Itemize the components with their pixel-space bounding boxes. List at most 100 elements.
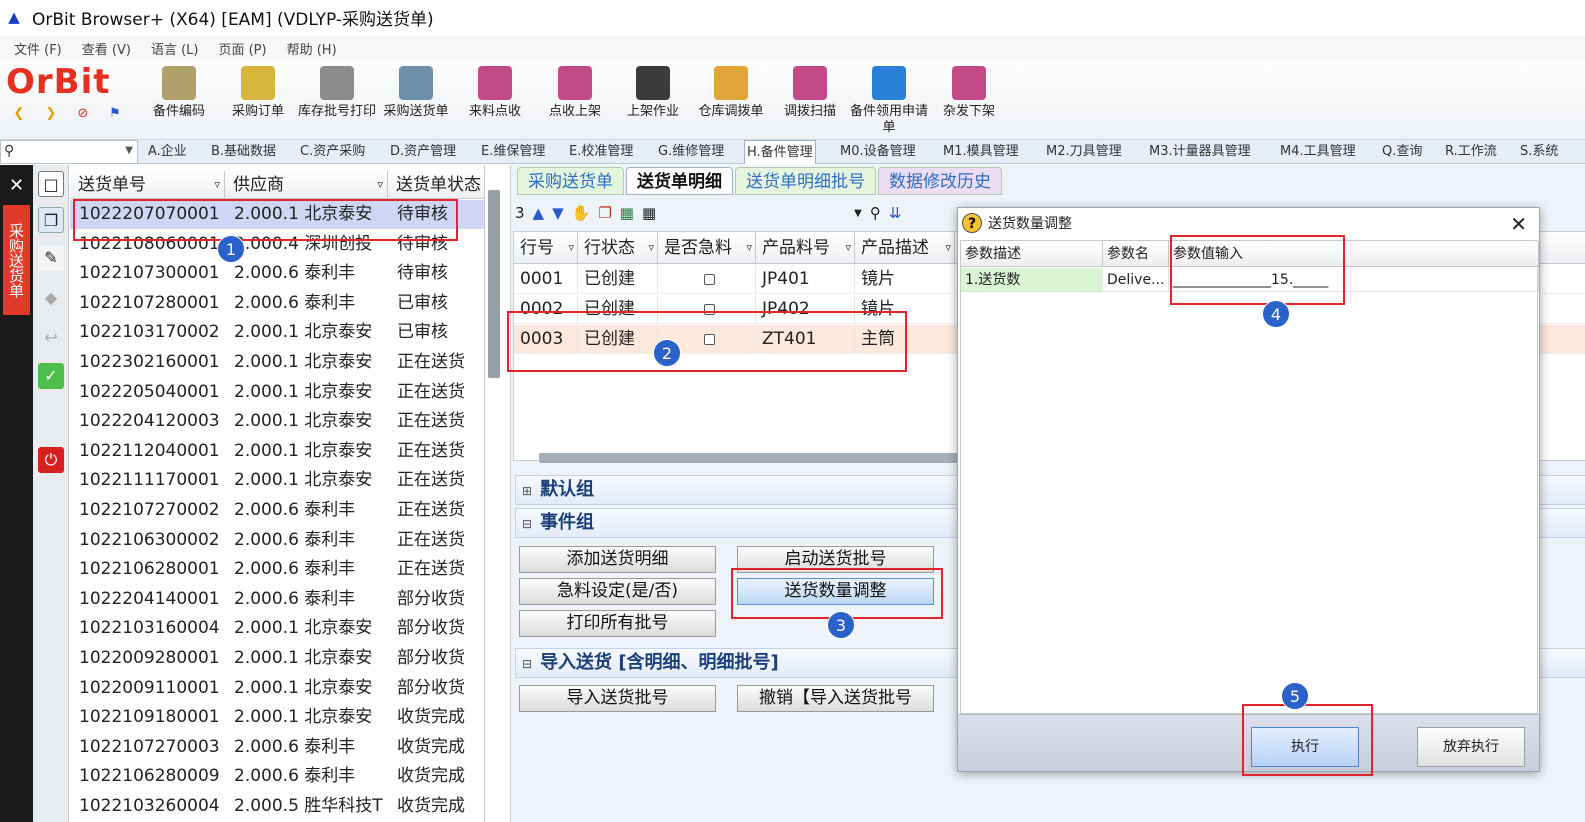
table-row[interactable]: 1022107280001 2.000.6 泰利丰 已审核: [70, 289, 484, 318]
new-doc-icon[interactable]: □: [38, 171, 64, 197]
table-row[interactable]: 1022103160004 2.000.1 北京泰安 部分收货: [70, 614, 484, 643]
col-line-status[interactable]: 行状态 ▿: [578, 232, 658, 264]
quantity-adjust-button[interactable]: 送货数量调整: [737, 578, 934, 605]
module-tab-2[interactable]: B.基础数据: [209, 140, 278, 164]
module-search[interactable]: ⚲ ▼: [0, 140, 138, 164]
toolbar-button-2[interactable]: 采购订单: [218, 64, 298, 138]
chevron-down-icon[interactable]: ▼: [125, 145, 133, 156]
tab-delivery-detail[interactable]: 送货单明细: [626, 167, 733, 195]
tab-modify-history[interactable]: 数据修改历史: [878, 167, 1002, 195]
dropdown-icon[interactable]: ▼: [854, 208, 862, 219]
toolbar-button-11[interactable]: 杂发下架: [929, 64, 1009, 138]
module-tab-12[interactable]: M3.计量器具管理: [1147, 140, 1253, 164]
menu-language[interactable]: 语言 (L): [151, 39, 199, 58]
edit-icon[interactable]: ✎: [38, 245, 64, 271]
col-line-no[interactable]: 行号 ▿: [514, 232, 578, 264]
cancel-execute-button[interactable]: 放弃执行: [1417, 727, 1525, 767]
copy-rows-icon[interactable]: ❐: [598, 204, 611, 222]
module-tab-14[interactable]: Q.查询: [1380, 140, 1424, 164]
grid-hscrollbar[interactable]: [539, 453, 959, 463]
col-status[interactable]: 送货单状态: [388, 171, 484, 199]
menu-help[interactable]: 帮助 (H): [287, 39, 337, 58]
table-row[interactable]: 1022106280009 2.000.6 泰利丰 收货完成: [70, 762, 484, 791]
table-row[interactable]: 1022109180001 2.000.1 北京泰安 收货完成: [70, 703, 484, 732]
table-row[interactable]: 1022106280001 2.000.6 泰利丰 正在送货: [70, 555, 484, 584]
menu-page[interactable]: 页面 (P): [218, 39, 266, 58]
module-tab-1[interactable]: A.企业: [146, 140, 189, 164]
forward-icon[interactable]: ❯: [42, 105, 60, 123]
filter-icon[interactable]: ▿: [214, 171, 220, 199]
export-icon[interactable]: ▦: [620, 204, 634, 222]
col-part-desc[interactable]: 产品描述 ▿: [855, 232, 955, 264]
copy-icon[interactable]: ❐: [38, 207, 64, 233]
urgent-checkbox[interactable]: [704, 303, 715, 315]
table-row[interactable]: 1022302160001 2.000.1 北京泰安 正在送货: [70, 348, 484, 377]
undo-icon[interactable]: ↩: [38, 325, 64, 351]
import-batch-button[interactable]: 导入送货批号: [519, 685, 716, 712]
module-tab-11[interactable]: M2.刀具管理: [1044, 140, 1124, 164]
start-batch-button[interactable]: 启动送货批号: [737, 546, 934, 573]
list-scrollbar[interactable]: [488, 190, 500, 378]
urgent-checkbox[interactable]: [704, 273, 715, 285]
expand-icon[interactable]: ⇊: [889, 204, 902, 222]
table-row[interactable]: 1022108060001 2.000.4 深圳创投 待审核: [70, 230, 484, 259]
toolbar-button-5[interactable]: 来料点收: [455, 64, 535, 138]
stop-icon[interactable]: ⊘: [74, 105, 92, 123]
module-tab-7[interactable]: G.维修管理: [656, 140, 726, 164]
table-row[interactable]: 1022103170002 2.000.1 北京泰安 已审核: [70, 318, 484, 347]
table-row[interactable]: 1022106300002 2.000.6 泰利丰 正在送货: [70, 526, 484, 555]
table-row[interactable]: 1022112040001 2.000.1 北京泰安 正在送货: [70, 437, 484, 466]
filter-icon[interactable]: ▿: [945, 232, 951, 264]
module-tab-9[interactable]: M0.设备管理: [838, 140, 918, 164]
module-tab-8[interactable]: H.备件管理: [744, 140, 816, 164]
approve-icon[interactable]: ✓: [38, 363, 64, 389]
module-tab-5[interactable]: E.维保管理: [479, 140, 547, 164]
module-tab-10[interactable]: M1.模具管理: [941, 140, 1021, 164]
filter-icon[interactable]: ▿: [746, 232, 752, 264]
table-row[interactable]: 1022107270002 2.000.6 泰利丰 正在送货: [70, 496, 484, 525]
toolbar-button-1[interactable]: 备件编码: [139, 64, 219, 138]
table-row[interactable]: 1022107270003 2.000.6 泰利丰 收货完成: [70, 733, 484, 762]
back-icon[interactable]: ❮: [10, 105, 28, 123]
toolbar-button-10[interactable]: 备件领用申请单: [849, 64, 929, 138]
first-icon[interactable]: ▲: [533, 204, 545, 222]
delete-icon[interactable]: ◆: [38, 285, 64, 311]
table-row[interactable]: 1022009280001 2.000.1 北京泰安 部分收货: [70, 644, 484, 673]
grid-config-icon[interactable]: ▦: [642, 204, 656, 222]
toolbar-button-9[interactable]: 调拨扫描: [770, 64, 850, 138]
filter-icon[interactable]: ▿: [568, 232, 574, 264]
module-tab-13[interactable]: M4.工具管理: [1278, 140, 1358, 164]
col-supplier[interactable]: 供应商 ▿: [225, 171, 388, 199]
urgent-setting-button[interactable]: 急料设定(是/否): [519, 578, 716, 605]
col-urgent[interactable]: 是否急料 ▿: [658, 232, 756, 264]
col-part-no[interactable]: 产品料号 ▿: [756, 232, 855, 264]
hand-icon[interactable]: ✋: [572, 204, 591, 222]
col-delivery-no[interactable]: 送货单号 ▿: [70, 171, 225, 199]
module-tab-3[interactable]: C.资产采购: [298, 140, 367, 164]
module-tab-4[interactable]: D.资产管理: [388, 140, 458, 164]
menu-view[interactable]: 查看 (V): [82, 39, 131, 58]
module-tab-6[interactable]: E.校准管理: [567, 140, 635, 164]
close-icon[interactable]: ✕: [9, 175, 24, 196]
toolbar-button-4[interactable]: 采购送货单: [376, 64, 456, 138]
power-icon[interactable]: ⏻: [38, 447, 64, 473]
urgent-checkbox-cell[interactable]: [658, 265, 756, 293]
toolbar-button-8[interactable]: 仓库调拨单: [691, 64, 771, 138]
last-icon[interactable]: ▼: [552, 204, 564, 222]
execute-button[interactable]: 执行: [1251, 727, 1359, 767]
table-row[interactable]: 1022009110001 2.000.1 北京泰安 部分收货: [70, 674, 484, 703]
home-icon[interactable]: ⚑: [106, 105, 124, 123]
find-icon[interactable]: ⚲: [870, 204, 881, 222]
filter-icon[interactable]: ▿: [845, 232, 851, 264]
filter-icon[interactable]: ▿: [648, 232, 654, 264]
toolbar-button-6[interactable]: 点收上架: [535, 64, 615, 138]
toolbar-button-7[interactable]: 上架作业: [613, 64, 693, 138]
undo-import-button[interactable]: 撤销【导入送货批号: [737, 685, 934, 712]
urgent-checkbox[interactable]: [704, 333, 715, 345]
table-row[interactable]: 1022204140001 2.000.6 泰利丰 部分收货: [70, 585, 484, 614]
table-row[interactable]: 1022103260004 2.000.5 胜华科技T 收货完成: [70, 792, 484, 821]
table-row[interactable]: 1022111170001 2.000.1 北京泰安 正在送货: [70, 466, 484, 495]
table-row[interactable]: 1022207070001 2.000.1 北京泰安 待审核: [70, 200, 484, 229]
table-row[interactable]: 1022107300001 2.000.6 泰利丰 待审核: [70, 259, 484, 288]
param-value-input[interactable]: ______________15._____: [1169, 268, 1539, 291]
